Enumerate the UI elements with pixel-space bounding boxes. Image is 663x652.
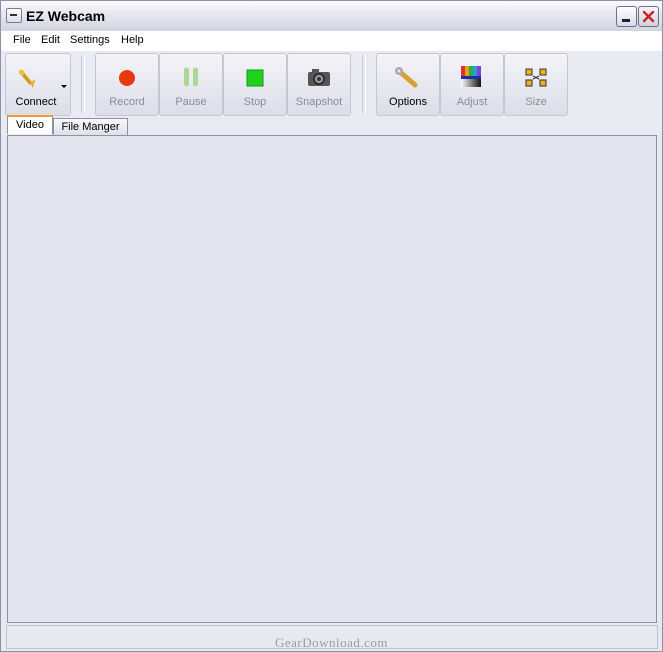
options-label: Options — [389, 96, 427, 108]
record-icon — [119, 70, 135, 86]
menu-edit[interactable]: Edit — [41, 34, 60, 46]
pause-icon — [184, 68, 198, 86]
stop-icon — [246, 69, 264, 87]
toolbar: Connect Record Pause Stop Snapshot Optio… — [1, 51, 662, 117]
system-menu-icon[interactable] — [6, 8, 22, 23]
chevron-down-icon[interactable] — [60, 84, 68, 90]
menu-bar: File Edit Settings Help — [1, 31, 662, 51]
snapshot-label: Snapshot — [295, 96, 343, 108]
stop-label: Stop — [243, 96, 267, 108]
toolbar-separator — [362, 55, 366, 113]
snapshot-button[interactable]: Snapshot — [287, 53, 351, 116]
adjust-button[interactable]: Adjust — [440, 53, 504, 116]
connect-label: Connect — [15, 96, 57, 108]
video-panel — [7, 135, 657, 623]
camera-icon — [308, 69, 330, 86]
tab-bar: Video File Manger — [1, 115, 662, 135]
title-bar[interactable]: EZ Webcam — [1, 1, 662, 32]
watermark-text: GearDownload.com — [274, 635, 389, 650]
tab-file-manger[interactable]: File Manger — [53, 118, 128, 135]
menu-help[interactable]: Help — [121, 34, 144, 46]
wrench-icon — [395, 67, 418, 88]
plug-icon — [19, 69, 36, 89]
tab-video[interactable]: Video — [7, 115, 53, 134]
close-icon — [642, 10, 655, 23]
menu-settings[interactable]: Settings — [70, 34, 110, 46]
color-bars-icon — [461, 66, 481, 87]
record-label: Record — [109, 96, 145, 108]
size-button[interactable]: Size — [504, 53, 568, 116]
resize-icon — [525, 68, 547, 87]
toolbar-separator — [81, 55, 85, 113]
window-title: EZ Webcam — [26, 8, 106, 24]
app-window: EZ Webcam File Edit Settings Help Connec… — [0, 0, 663, 652]
stop-button[interactable]: Stop — [223, 53, 287, 116]
pause-button[interactable]: Pause — [159, 53, 223, 116]
options-button[interactable]: Options — [376, 53, 440, 116]
pause-label: Pause — [175, 96, 207, 108]
record-button[interactable]: Record — [95, 53, 159, 116]
close-button[interactable] — [638, 6, 659, 27]
size-label: Size — [525, 96, 547, 108]
adjust-label: Adjust — [456, 96, 488, 108]
minimize-button[interactable] — [616, 6, 637, 27]
connect-button[interactable]: Connect — [5, 53, 71, 116]
menu-file[interactable]: File — [13, 34, 31, 46]
